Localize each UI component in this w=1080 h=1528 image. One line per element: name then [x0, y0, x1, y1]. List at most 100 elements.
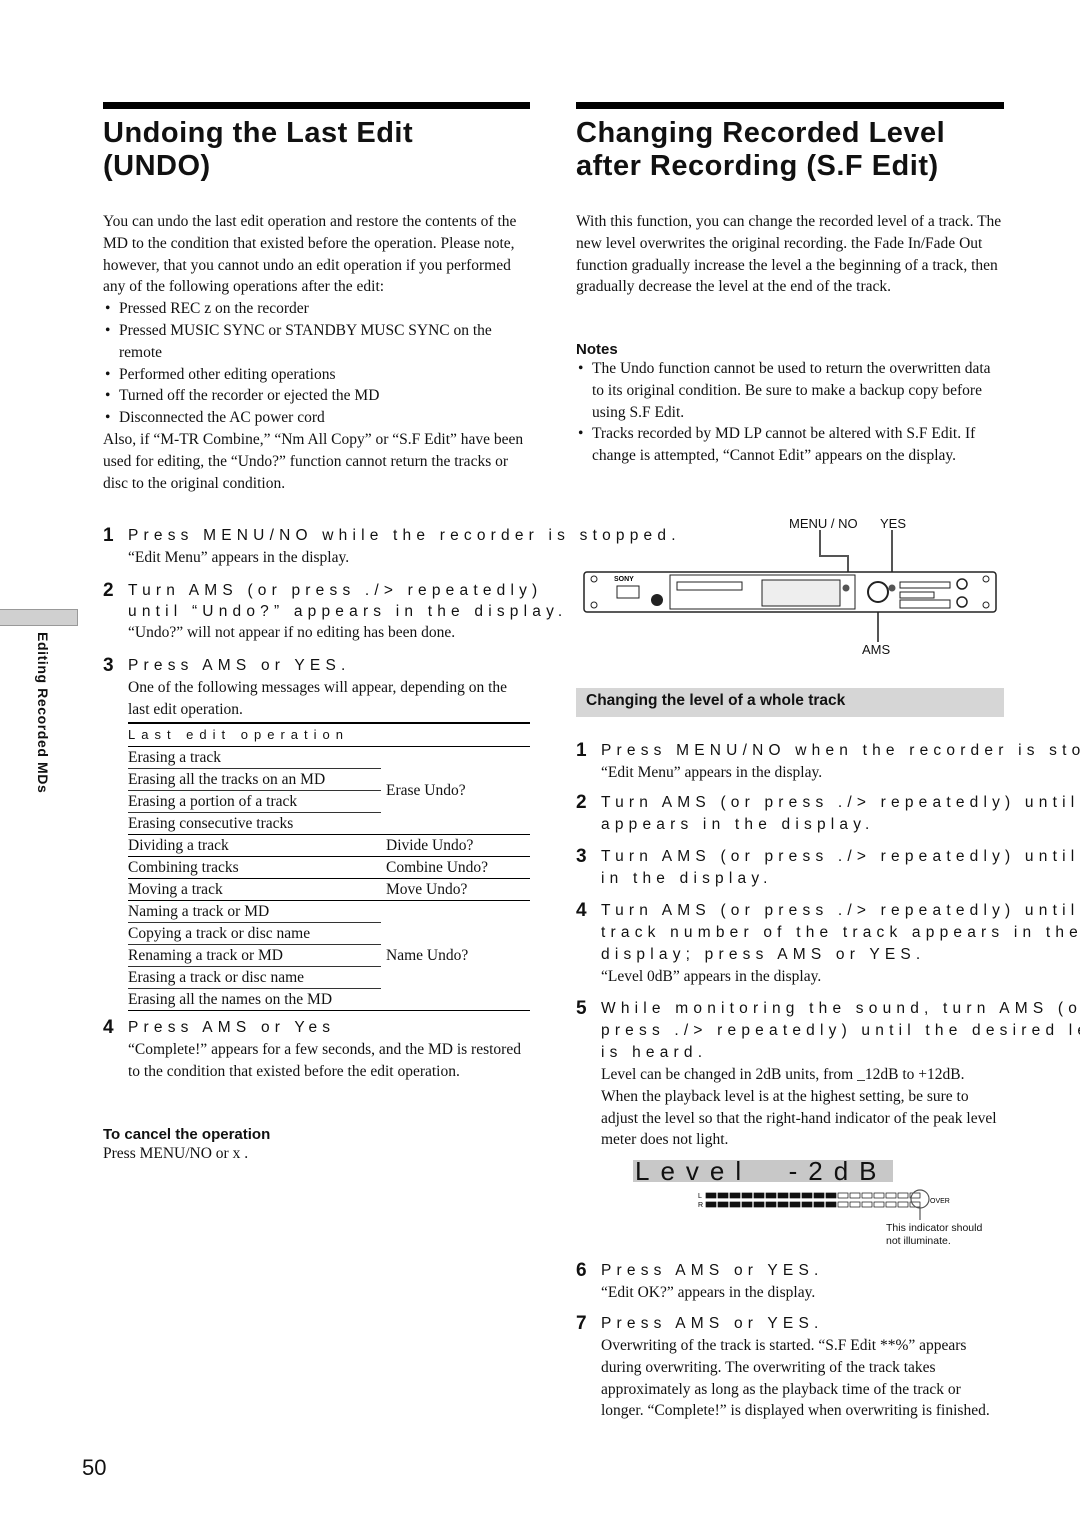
- bullet-item: Pressed MUSIC SYNC or STANDBY MUSC SYNC …: [103, 320, 530, 364]
- step-instruction: Press AMS or YES.: [601, 1315, 824, 1332]
- operation-cell: Erasing all the names on the MD: [128, 988, 381, 1011]
- step-text: One of the following messages will appea…: [128, 679, 508, 718]
- meter-segment-lit: [825, 1201, 837, 1208]
- cancel-text: Press MENU/NO or x .: [103, 1145, 249, 1162]
- meter-segment-lit: [801, 1192, 813, 1199]
- table-row: Combining tracks Combine Undo?: [128, 856, 530, 879]
- table-row: Naming a track or MD Name Undo?: [128, 900, 530, 1011]
- table-row: Erasing a track Erase Undo?: [128, 746, 530, 835]
- right-title-line2: after Recording (S.F Edit): [576, 150, 939, 182]
- table-row: Dividing a track Divide Undo?: [128, 834, 530, 857]
- lcd-text: Level -2dB: [635, 1156, 888, 1186]
- meter-segment-unlit: [897, 1201, 909, 1208]
- step-text: “Level 0dB” appears in the display.: [601, 968, 822, 985]
- step-instruction: Press AMS or Yes: [128, 1019, 336, 1036]
- right-step-4: 4 Turn AMS (or press ./> repeatedly) unt…: [576, 900, 1080, 988]
- operation-cell: Combining tracks: [128, 856, 381, 879]
- ams-knob: [867, 581, 889, 603]
- menu-no-button: [842, 584, 850, 592]
- right-step-5: 5 While monitoring the sound, turn AMS (…: [576, 998, 1080, 1151]
- right-step-6: 6 Press AMS or YES. “Edit OK?” appears i…: [576, 1260, 1004, 1304]
- meter-segment-lit: [789, 1192, 801, 1199]
- meter-segment-lit: [765, 1192, 777, 1199]
- meter-segment-lit: [729, 1192, 741, 1199]
- left-intro-block: You can undo the last edit operation and…: [103, 211, 530, 494]
- note-item: The Undo function cannot be used to retu…: [576, 358, 1004, 423]
- message-cell: Move Undo?: [381, 878, 530, 901]
- meter-segment-unlit: [885, 1192, 897, 1199]
- message-cell: Erase Undo?: [381, 746, 530, 835]
- operation-cell: Naming a track or MD: [128, 900, 381, 923]
- operation-cell: Renaming a track or MD: [128, 944, 381, 967]
- message-cell: Name Undo?: [381, 900, 530, 1011]
- meter-segment-unlit: [861, 1192, 873, 1199]
- meter-segment-lit: [717, 1192, 729, 1199]
- bullet-item: Turned off the recorder or ejected the M…: [103, 385, 530, 407]
- side-tab-label: Editing Recorded MDs: [35, 632, 51, 794]
- meter-segment-lit: [813, 1201, 825, 1208]
- right-intro: With this function, you can change the r…: [576, 213, 1002, 296]
- step-text: Overwriting of the track is started. “S.…: [601, 1337, 990, 1420]
- right-step-1: 1 Press MENU/NO when the recorder is sto…: [576, 740, 1080, 784]
- operation-cell: Moving a track: [128, 878, 381, 901]
- display-window: [761, 579, 841, 607]
- step-text: “Complete!” appears for a few seconds, a…: [128, 1041, 521, 1080]
- step-instruction: Press AMS or YES.: [128, 657, 351, 674]
- operation-cell: Erasing a portion of a track: [128, 790, 381, 813]
- step-instruction: Turn AMS (or press ./> repeatedly) until…: [601, 902, 1080, 963]
- meter-segment-lit: [717, 1201, 729, 1208]
- step-text: “Edit Menu” appears in the display.: [601, 764, 823, 781]
- section-heading-bar: Changing the level of a whole track: [576, 688, 1004, 717]
- step-number: 2: [576, 792, 587, 813]
- step-number: 4: [576, 900, 587, 921]
- meter-segment-unlit: [849, 1201, 861, 1208]
- right-step-7: 7 Press AMS or YES. Overwriting of the t…: [576, 1313, 1004, 1422]
- left-title-rule: [103, 102, 530, 109]
- table-row: Moving a track Move Undo?: [128, 878, 530, 901]
- meter-segment-lit: [705, 1192, 717, 1199]
- bullet-item: Disconnected the AC power cord: [103, 407, 530, 429]
- meter-segment-lit: [789, 1201, 801, 1208]
- message-cell: Divide Undo?: [381, 834, 530, 857]
- step-number: 6: [576, 1260, 587, 1281]
- step-text: “Undo?” will not appear if no editing ha…: [128, 624, 456, 641]
- meter-segment-unlit: [897, 1192, 909, 1199]
- operation-cell: Copying a track or disc name: [128, 922, 381, 945]
- note-item: Tracks recorded by MD LP cannot be alter…: [576, 423, 1004, 467]
- meter-segment-lit: [741, 1192, 753, 1199]
- meter-segment-lit: [777, 1192, 789, 1199]
- right-step-3: 3 Turn AMS (or press ./> repeatedly) unt…: [576, 846, 1080, 890]
- page-number: 50: [82, 1455, 107, 1480]
- step-instruction: Press MENU/NO when the recorder is stopp…: [601, 742, 1080, 759]
- right-step-2: 2 Turn AMS (or press ./> repeatedly) unt…: [576, 792, 1080, 836]
- left-step-4: 4 Press AMS or Yes “Complete!” appears f…: [103, 1017, 530, 1083]
- cancel-heading: To cancel the operation: [103, 1126, 271, 1143]
- right-title-rule: [576, 102, 1004, 109]
- leader-menu-no: [819, 530, 849, 576]
- step-text: “Edit Menu” appears in the display.: [128, 549, 350, 566]
- step-number: 5: [576, 998, 587, 1019]
- cancel-block: To cancel the operation Press MENU/NO or…: [103, 1126, 530, 1165]
- step-number: 3: [103, 655, 114, 676]
- meter-segment-lit: [801, 1201, 813, 1208]
- step-number: 4: [103, 1017, 114, 1038]
- right-title: Changing Recorded Level after Recording …: [576, 117, 945, 183]
- meter-segment-unlit: [873, 1201, 885, 1208]
- meter-segment-lit: [777, 1201, 789, 1208]
- left-step-3: 3 Press AMS or YES. One of the following…: [103, 655, 530, 721]
- meter-segment-unlit: [837, 1192, 849, 1199]
- meter-segment-lit: [729, 1201, 741, 1208]
- step-instruction: While monitoring the sound, turn AMS (or…: [601, 1000, 1080, 1061]
- meter-segment-lit: [753, 1192, 765, 1199]
- message-cell: Combine Undo?: [381, 856, 530, 879]
- bullet-item: Pressed REC z on the recorder: [103, 298, 530, 320]
- meter-segment-unlit: [861, 1201, 873, 1208]
- meter-segment-lit: [813, 1192, 825, 1199]
- bullet-item: Performed other editing operations: [103, 364, 530, 386]
- meter-segment-lit: [741, 1201, 753, 1208]
- step-number: 1: [103, 525, 114, 546]
- left-title-line2: (UNDO): [103, 150, 211, 182]
- meter-segment-lit: [825, 1192, 837, 1199]
- left-step-2: 2 Turn AMS (or press ./> repeatedly) unt…: [103, 580, 603, 644]
- left-step-1: 1 Press MENU/NO while the recorder is st…: [103, 525, 676, 569]
